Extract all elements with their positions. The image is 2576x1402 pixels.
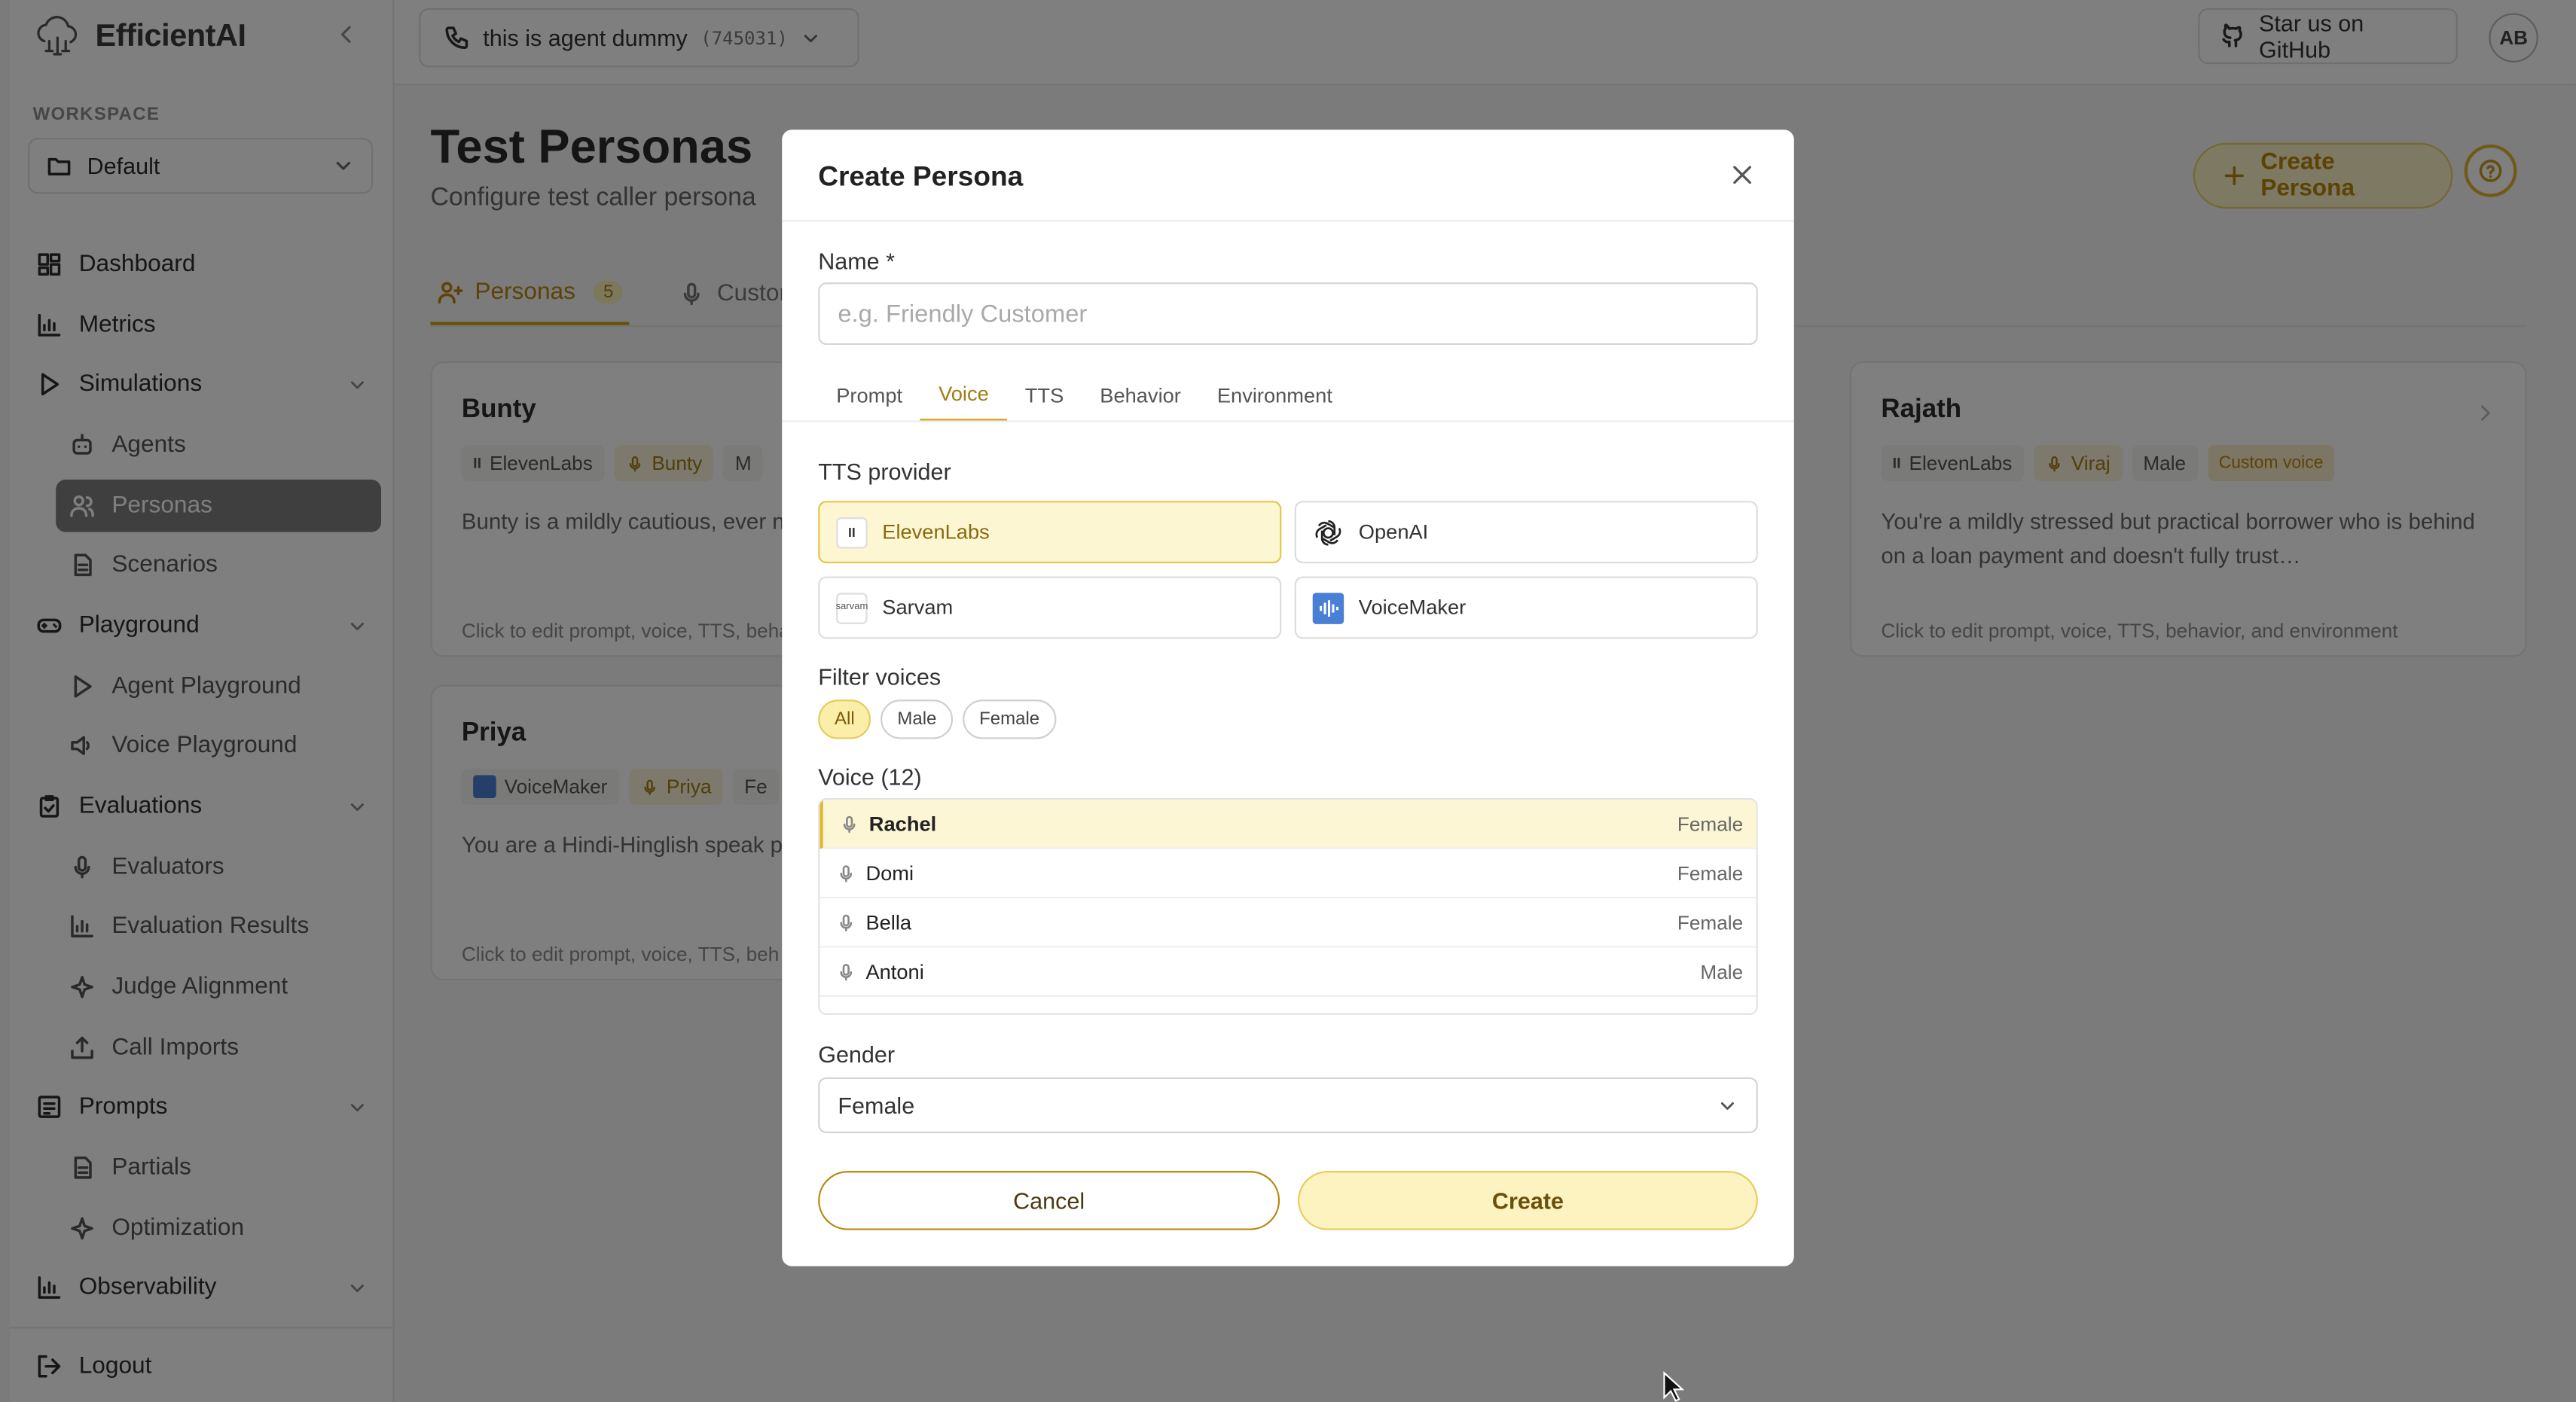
provider-label: VoiceMaker xyxy=(1358,596,1467,620)
voice-filter-chips: All Male Female xyxy=(818,699,1056,739)
dialog-tabs: Prompt Voice TTS Behavior Environment xyxy=(818,370,1351,422)
mic-icon xyxy=(836,913,856,932)
voice-gender: Female xyxy=(1677,812,1744,836)
tab-behavior[interactable]: Behavior xyxy=(1082,370,1199,422)
provider-label: Sarvam xyxy=(882,596,954,620)
gender-value: Female xyxy=(838,1092,915,1119)
sarvam-icon: sarvam xyxy=(835,592,868,623)
voice-gender: Female xyxy=(1677,861,1744,885)
voice-name: Rachel xyxy=(868,812,937,836)
tab-tts[interactable]: TTS xyxy=(1007,370,1082,422)
tts-provider-label: TTS provider xyxy=(818,458,951,485)
mic-icon xyxy=(840,814,859,834)
dialog-divider xyxy=(782,220,1794,222)
close-icon[interactable] xyxy=(1730,163,1755,187)
voice-gender: Female xyxy=(1677,910,1744,934)
gender-label: Gender xyxy=(818,1041,896,1068)
voice-count-label: Voice (12) xyxy=(818,763,922,791)
openai-icon xyxy=(1313,517,1344,547)
voice-gender: Male xyxy=(1700,959,1744,983)
filter-chip-all[interactable]: All xyxy=(818,699,871,739)
provider-option-openai[interactable]: OpenAI xyxy=(1294,501,1758,564)
filter-chip-female[interactable]: Female xyxy=(963,699,1056,739)
voice-name: Antoni xyxy=(865,959,924,983)
tab-voice[interactable]: Voice xyxy=(920,370,1007,422)
create-persona-dialog: Create Persona Name * Prompt Voice TTS B… xyxy=(782,130,1794,1266)
elevenlabs-icon: II xyxy=(836,516,868,548)
provider-option-elevenlabs[interactable]: II ElevenLabs xyxy=(818,501,1282,564)
chevron-down-icon xyxy=(1717,1095,1738,1116)
gender-select[interactable]: Female xyxy=(818,1077,1758,1133)
mic-icon xyxy=(836,863,856,882)
voice-list[interactable]: Rachel Female Domi Female Bella Female A… xyxy=(818,798,1758,1015)
cancel-button[interactable]: Cancel xyxy=(818,1171,1280,1230)
name-input[interactable] xyxy=(818,282,1758,346)
tab-prompt[interactable]: Prompt xyxy=(818,370,920,422)
voice-option-antoni[interactable]: Antoni Male xyxy=(819,948,1757,997)
voice-name: Domi xyxy=(865,861,914,885)
tabs-divider xyxy=(782,420,1794,422)
voice-name: Bella xyxy=(865,910,912,934)
provider-label: OpenAI xyxy=(1358,520,1429,544)
mic-icon xyxy=(836,962,856,981)
voicemaker-icon xyxy=(1312,592,1344,623)
mouse-cursor-icon xyxy=(1662,1371,1684,1402)
provider-option-sarvam[interactable]: sarvam Sarvam xyxy=(818,576,1282,639)
voice-option-rachel[interactable]: Rachel Female xyxy=(819,800,1757,849)
filter-chip-male[interactable]: Male xyxy=(881,699,954,739)
tab-environment[interactable]: Environment xyxy=(1199,370,1351,422)
voice-option-bella[interactable]: Bella Female xyxy=(819,898,1757,948)
create-button[interactable]: Create xyxy=(1298,1171,1758,1230)
app-window: EfficientAI WORKSPACE Default Dashboard … xyxy=(0,0,2576,1402)
voice-option-domi[interactable]: Domi Female xyxy=(819,849,1757,899)
provider-label: ElevenLabs xyxy=(882,520,990,544)
modal-overlay[interactable]: Create Persona Name * Prompt Voice TTS B… xyxy=(0,0,2576,1402)
provider-option-voicemaker[interactable]: VoiceMaker xyxy=(1294,576,1758,639)
dialog-title: Create Persona xyxy=(818,160,1024,193)
filter-voices-label: Filter voices xyxy=(818,663,942,690)
name-label: Name * xyxy=(818,248,896,275)
